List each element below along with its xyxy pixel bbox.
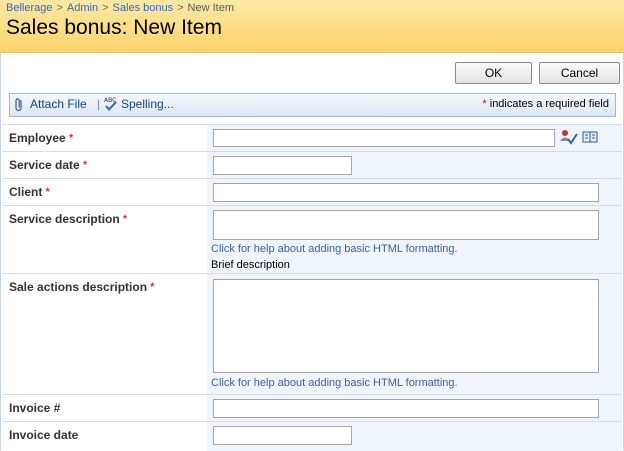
field-label-client: Client * <box>9 185 50 199</box>
employee-input[interactable] <box>213 129 555 147</box>
page-title: Sales bonus: New Item <box>6 16 222 39</box>
required-asterisk: * <box>82 158 88 172</box>
field-label-text: Sale actions description <box>9 280 148 294</box>
service-description-input[interactable] <box>213 210 599 240</box>
service-description-note: Brief description <box>211 259 290 271</box>
field-label-text: Service date <box>9 158 80 172</box>
service-date-input[interactable] <box>213 156 352 175</box>
breadcrumb-separator: > <box>177 2 184 14</box>
invoice-date-input[interactable] <box>213 426 352 445</box>
toolbar-divider: | <box>97 97 101 111</box>
required-asterisk: * <box>68 131 74 145</box>
attach-file-button[interactable]: Attach File <box>30 97 87 111</box>
breadcrumb-separator: > <box>56 2 63 14</box>
field-label-sale-actions-description: Sale actions description * <box>9 280 155 294</box>
address-book-icon[interactable] <box>582 130 598 144</box>
breadcrumb: Bellerage > Admin > Sales bonus > New Item <box>6 2 234 14</box>
field-label-text: Employee <box>9 131 66 145</box>
spell-check-icon: ABC <box>104 97 117 111</box>
breadcrumb-bellerage[interactable]: Bellerage <box>6 2 52 14</box>
invoice-number-input[interactable] <box>213 399 599 418</box>
check-names-icon[interactable] <box>559 129 579 146</box>
client-input[interactable] <box>213 183 599 202</box>
required-field-note: * indicates a required field <box>482 98 609 110</box>
breadcrumb-admin[interactable]: Admin <box>67 2 98 14</box>
spelling-button[interactable]: Spelling... <box>121 97 174 111</box>
html-help-link[interactable]: Click for help about adding basic HTML f… <box>211 243 458 255</box>
html-help-link[interactable]: Click for help about adding basic HTML f… <box>211 377 458 389</box>
field-label-service-date: Service date * <box>9 158 87 172</box>
sale-actions-description-input[interactable] <box>213 279 599 373</box>
field-label-text: Client <box>9 185 43 199</box>
field-label-employee: Employee * <box>9 131 73 145</box>
field-label-service-description: Service description * <box>9 212 127 226</box>
breadcrumb-current: New Item <box>187 2 234 14</box>
required-asterisk: * <box>150 280 155 294</box>
field-label-invoice-date: Invoice date <box>9 428 79 442</box>
required-asterisk: * <box>122 212 128 226</box>
required-note-text: indicates a required field <box>489 98 609 110</box>
required-asterisk: * <box>45 185 51 199</box>
form-toolbar: Attach File | ABC Spelling... * indicate… <box>9 93 616 117</box>
ok-button[interactable]: OK <box>455 62 532 84</box>
breadcrumb-sales-bonus[interactable]: Sales bonus <box>113 2 174 14</box>
breadcrumb-separator: > <box>102 2 109 14</box>
field-label-invoice-number: Invoice # <box>9 401 61 415</box>
cancel-button[interactable]: Cancel <box>539 62 620 84</box>
paperclip-icon <box>15 98 22 112</box>
page-header: Bellerage > Admin > Sales bonus > New Item Sal… <box>0 0 624 53</box>
field-label-text: Service description <box>9 212 120 226</box>
required-asterisk: * <box>482 98 487 110</box>
